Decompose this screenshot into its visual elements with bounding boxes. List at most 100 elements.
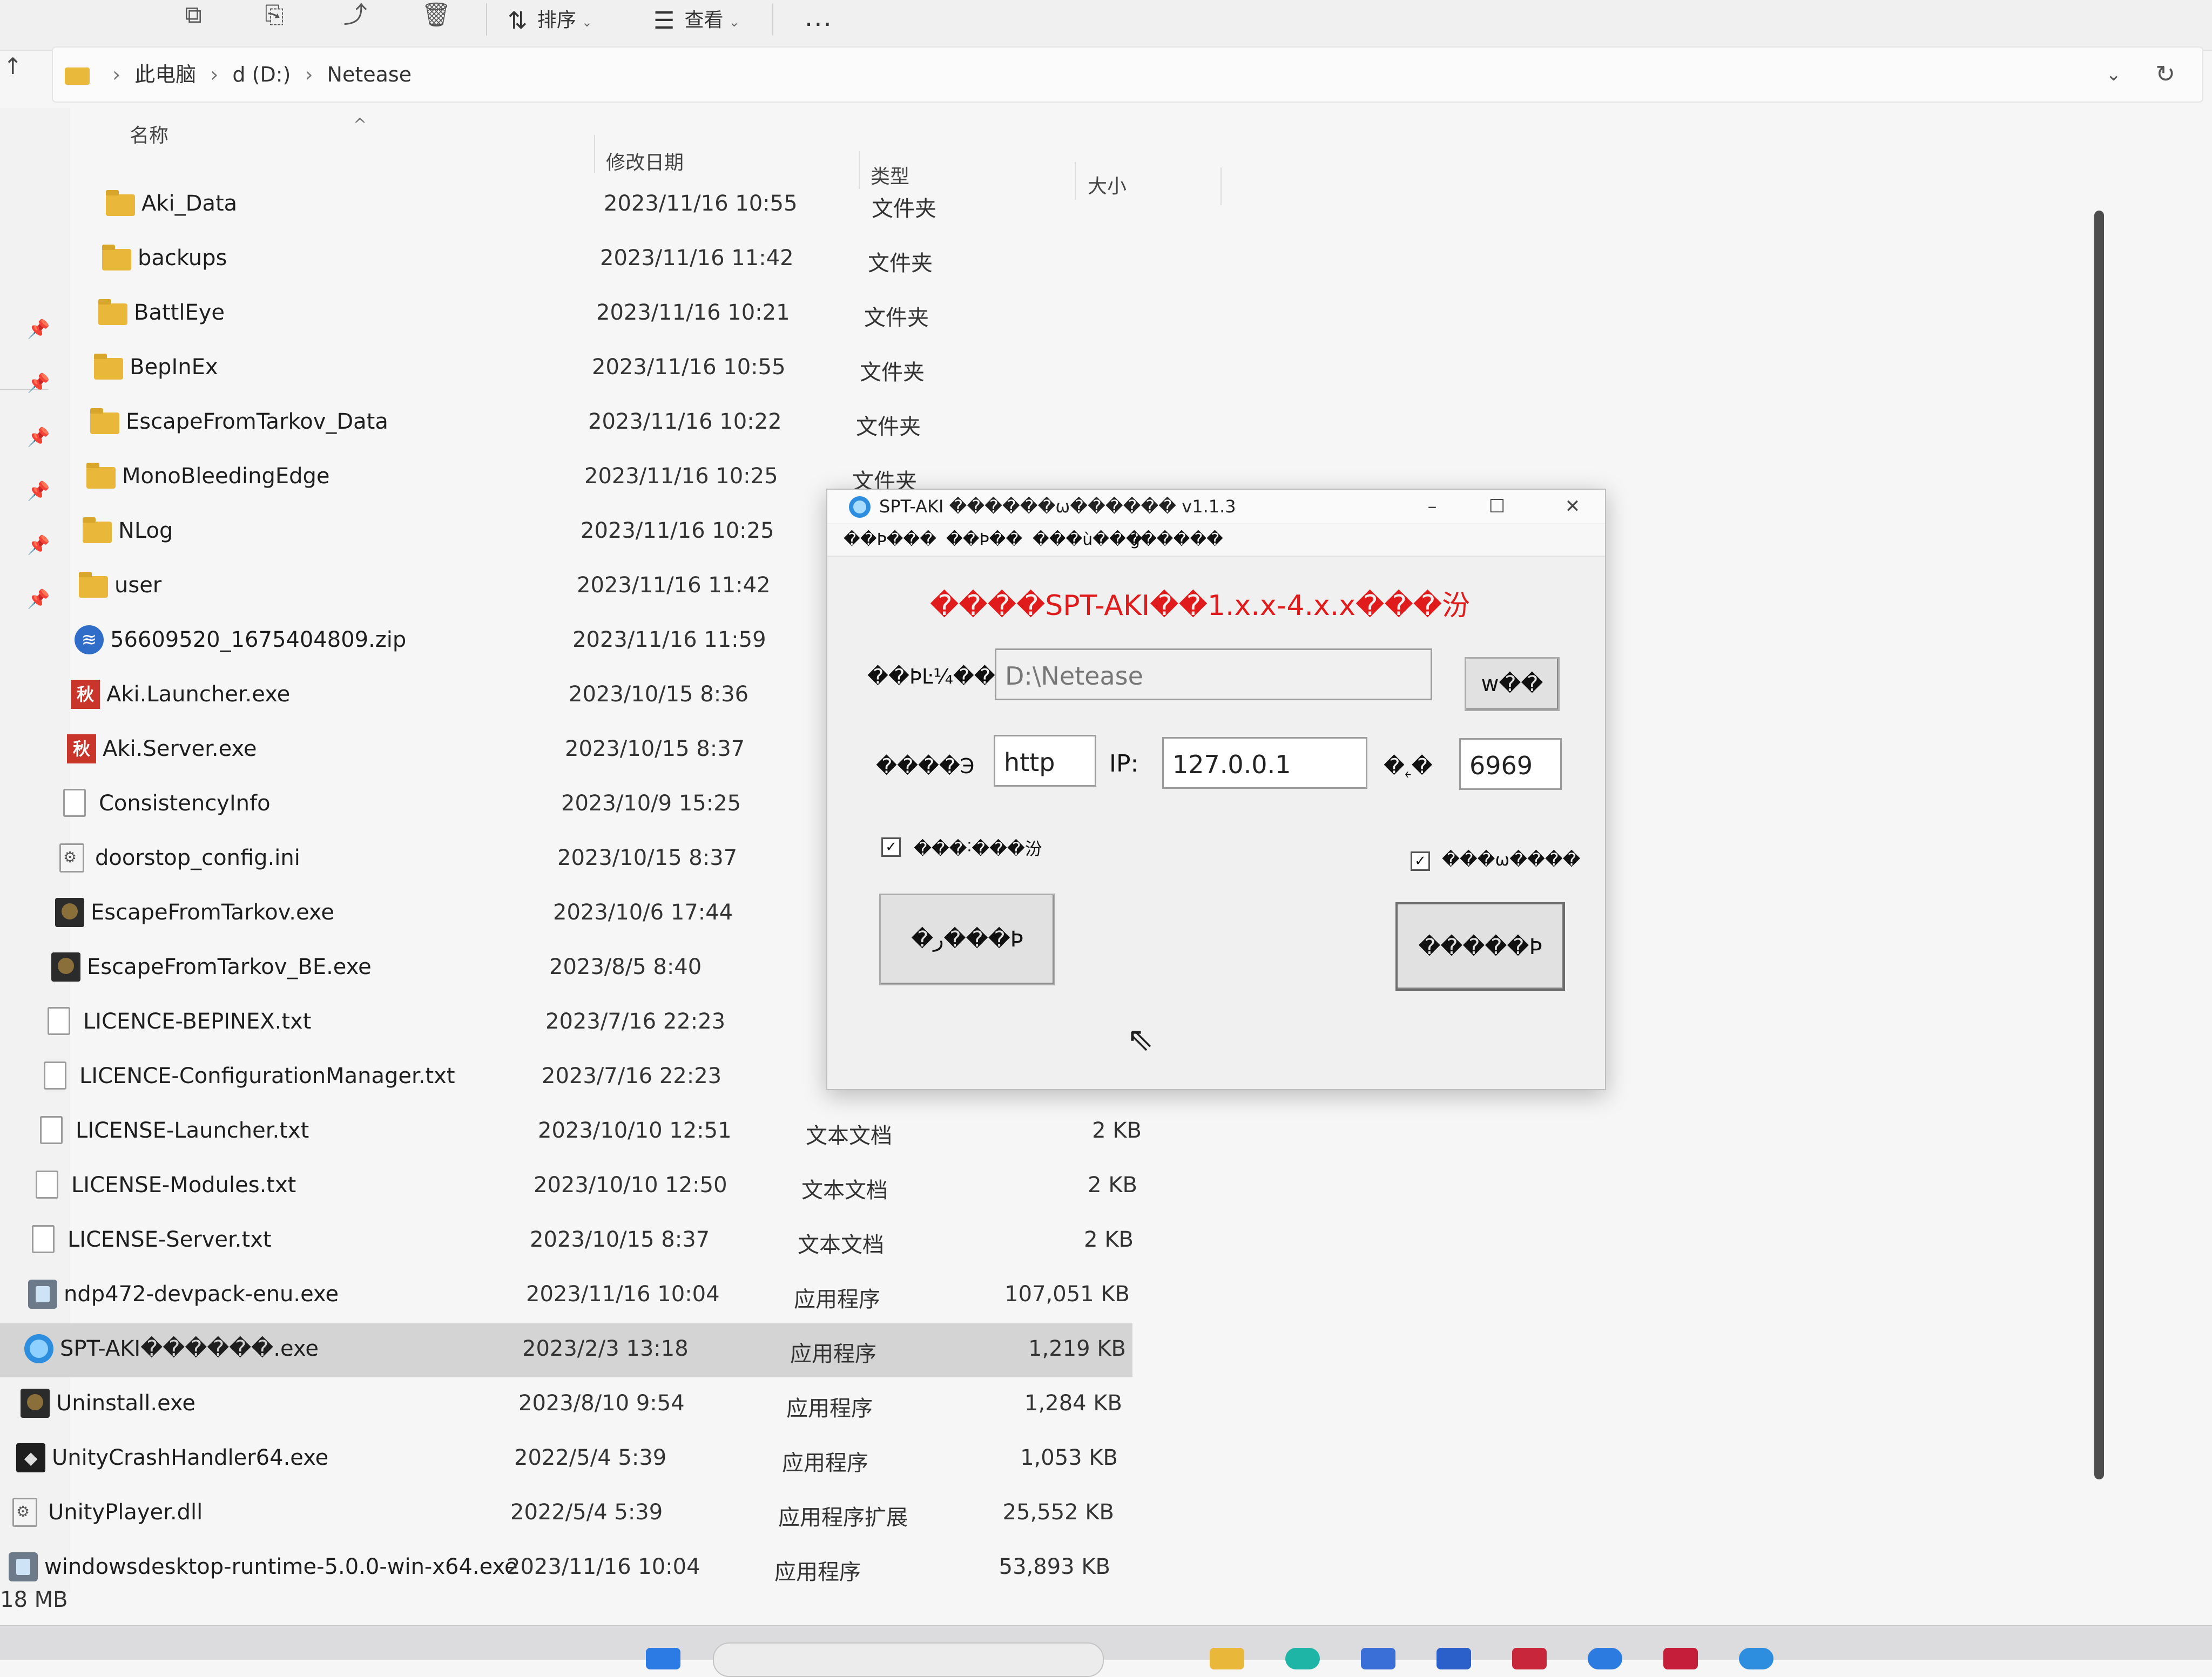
file-name: EscapeFromTarkov.exe: [91, 900, 334, 925]
ip-label: IP:: [1109, 750, 1139, 777]
tarkov-exe-icon: [51, 952, 80, 982]
file-name: Aki.Server.exe: [103, 736, 257, 761]
file-row[interactable]: LICENSE-Server.txt 2023/10/15 8:37 文本文档 2 K…: [0, 1214, 1220, 1268]
app-icon[interactable]: [1361, 1648, 1395, 1669]
checkbox-2[interactable]: ✓: [1411, 851, 1430, 871]
view-icon: ☰: [653, 7, 675, 35]
folder-icon: [106, 190, 135, 216]
menu-item-4[interactable]: ģ�����: [1130, 524, 1223, 556]
edge-icon[interactable]: [1285, 1648, 1320, 1669]
file-size: 1,219 KB: [1028, 1336, 1126, 1361]
file-name: LICENSE-Launcher.txt: [76, 1118, 309, 1143]
file-size: 53,893 KB: [999, 1554, 1110, 1579]
file-row[interactable]: ndp472-devpack-enu.exe 2023/11/16 10:04 应用…: [0, 1269, 1220, 1323]
view-button[interactable]: ☰ 查看 ⌄: [653, 3, 740, 38]
start-icon[interactable]: [646, 1648, 680, 1669]
spt-exe-icon: [24, 1334, 53, 1363]
file-date: 2023/11/16 10:55: [592, 355, 786, 380]
delete-icon[interactable]: 🗑: [421, 0, 451, 30]
close-action-button[interactable]: �ر���Þ: [879, 894, 1055, 985]
file-date: 2023/10/10 12:50: [534, 1173, 727, 1198]
file-size: 107,051 KB: [1004, 1282, 1130, 1307]
text-file-icon: [44, 1061, 66, 1090]
maximize-button[interactable]: ☐: [1465, 490, 1529, 523]
toolbar-separator: [772, 3, 773, 36]
sort-label: 排序: [537, 9, 576, 31]
browse-button[interactable]: w��: [1465, 657, 1560, 711]
file-row[interactable]: BattlEye 2023/11/16 10:21 文件夹: [0, 287, 1220, 341]
file-name: backups: [138, 246, 227, 271]
minimize-button[interactable]: –: [1400, 490, 1465, 523]
file-type: 文本文档: [806, 1124, 892, 1148]
file-date: 2023/10/9 15:25: [561, 791, 741, 816]
file-row[interactable]: UnityCrashHandler64.exe 2022/5/4 5:39 应用程序…: [0, 1432, 1220, 1486]
vertical-scrollbar[interactable]: [2094, 211, 2104, 1479]
port-field[interactable]: 6969: [1459, 738, 1562, 790]
file-type: 应用程序: [794, 1287, 880, 1312]
file-name: EscapeFromTarkov_BE.exe: [87, 955, 372, 979]
file-row[interactable]: LICENSE-Modules.txt 2023/10/10 12:50 文本文档 2…: [0, 1160, 1220, 1214]
share-icon[interactable]: ⤴: [340, 0, 370, 30]
file-date: 2023/11/16 11:42: [600, 246, 794, 271]
breadcrumb-drive-d[interactable]: d (D:): [232, 63, 291, 86]
file-row[interactable]: windowsdesktop-runtime-5.0.0-win-x64.exe…: [0, 1541, 1220, 1582]
folder-icon: [65, 67, 90, 85]
file-date: 2023/2/3 13:18: [522, 1336, 689, 1361]
folder-icon: [83, 517, 112, 543]
copy-icon[interactable]: ⧉: [178, 0, 208, 30]
dialog-body: ����SPT-AKI��1.x.x-4.x.x���汾 ��ÞĿ¼�� D:\…: [827, 557, 1605, 1089]
text-file-icon: [63, 789, 86, 817]
app-icon[interactable]: [1512, 1648, 1547, 1669]
install-path-field[interactable]: D:\Netease: [995, 648, 1432, 700]
more-options-button[interactable]: ...: [805, 2, 833, 32]
supported-version-headline: ����SPT-AKI��1.x.x-4.x.x���汾: [930, 590, 1471, 622]
file-row[interactable]: backups 2023/11/16 11:42 文件夹: [0, 233, 1220, 287]
dll-file-icon: [12, 1498, 37, 1527]
toolbar-separator: [486, 3, 487, 36]
file-row[interactable]: LICENSE-Launcher.txt 2023/10/10 12:51 文本文档…: [0, 1105, 1220, 1159]
protocol-field[interactable]: http: [994, 735, 1096, 787]
file-explorer-icon[interactable]: [1210, 1648, 1244, 1669]
app-icon[interactable]: [1663, 1648, 1698, 1669]
file-row[interactable]: BepInEx 2023/11/16 10:55 文件夹: [0, 342, 1220, 396]
address-history-chevron-icon[interactable]: ⌄: [2106, 48, 2122, 102]
menu-item-1[interactable]: ��Þ���: [844, 524, 936, 556]
taskbar-search-box[interactable]: [713, 1642, 1104, 1677]
refresh-icon[interactable]: ↻: [2155, 48, 2175, 102]
file-row[interactable]: Uninstall.exe 2023/8/10 9:54 应用程序 1,284 KB: [0, 1378, 1220, 1432]
ip-field[interactable]: 127.0.0.1: [1162, 737, 1367, 789]
tarkov-exe-icon: [55, 898, 84, 927]
start-action-button[interactable]: �����Þ: [1395, 902, 1565, 991]
file-type: 文件夹: [864, 306, 929, 330]
close-button[interactable]: ✕: [1540, 490, 1605, 523]
file-name: ConsistencyInfo: [99, 791, 271, 816]
file-name: ndp472-devpack-enu.exe: [64, 1282, 339, 1307]
column-header-name[interactable]: 名称: [130, 120, 168, 148]
paste-icon[interactable]: ⎘: [259, 0, 289, 30]
file-row[interactable]: EscapeFromTarkov_Data 2023/11/16 10:22 文件夹: [0, 396, 1220, 450]
file-date: 2023/10/15 8:37: [565, 736, 745, 761]
file-row[interactable]: UnityPlayer.dll 2022/5/4 5:39 应用程序扩展 25,552…: [0, 1487, 1220, 1541]
file-row[interactable]: Aki_Data 2023/11/16 10:55 文件夹: [0, 178, 1220, 232]
app-icon[interactable]: [1588, 1648, 1622, 1669]
file-name: LICENCE-ConfigurationManager.txt: [79, 1064, 455, 1088]
file-type: 应用程序: [782, 1451, 868, 1476]
file-date: 2022/5/4 5:39: [510, 1500, 663, 1525]
app-icon[interactable]: [1739, 1648, 1773, 1669]
file-type: 文件夹: [868, 251, 933, 276]
address-bar[interactable]: › 此电脑 › d (D:) › Netease ⌄ ↻: [52, 46, 2203, 103]
file-name: BepInEx: [130, 355, 218, 380]
breadcrumb-this-pc[interactable]: 此电脑: [134, 63, 196, 86]
store-icon[interactable]: [1437, 1648, 1471, 1669]
folder-icon: [79, 572, 108, 598]
dialog-title-bar[interactable]: SPT-AKI ������ω������ v1.1.3 – ☐ ✕: [827, 490, 1605, 523]
file-size: 2 KB: [1084, 1227, 1134, 1252]
config-file-icon: [59, 843, 84, 873]
sort-button[interactable]: ⇅ 排序 ⌄: [508, 3, 592, 38]
menu-item-2[interactable]: ��Þ��: [946, 524, 1022, 556]
menu-item-3[interactable]: ���ù���: [1033, 524, 1143, 556]
file-row[interactable]: SPT-AKI������.exe 2023/2/3 13:18 应用程序 1,219…: [0, 1323, 1132, 1377]
checkbox-1[interactable]: ✓: [881, 837, 901, 857]
breadcrumb-netease[interactable]: Netease: [327, 63, 412, 86]
up-arrow-icon[interactable]: ↑: [3, 53, 22, 79]
